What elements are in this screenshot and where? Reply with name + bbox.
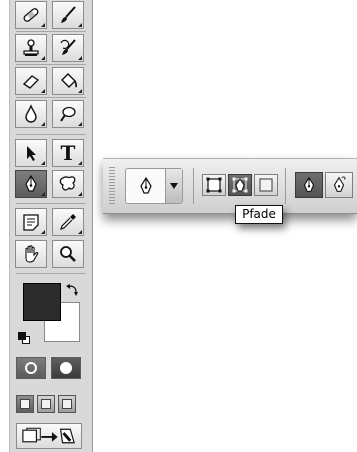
jump-to-imageready-button[interactable] bbox=[16, 423, 82, 449]
history-brush-icon bbox=[60, 39, 76, 55]
circle-icon bbox=[60, 362, 72, 374]
healing-brush-tool-button[interactable] bbox=[15, 1, 47, 29]
full-screen-menu-mode-button[interactable] bbox=[37, 395, 55, 413]
zoom-tool-button[interactable] bbox=[52, 240, 84, 268]
separator bbox=[16, 97, 86, 98]
swap-colors-icon[interactable] bbox=[65, 283, 79, 297]
tool-preset-picker[interactable] bbox=[125, 168, 183, 204]
pen-icon bbox=[140, 176, 152, 194]
freeform-pen-icon bbox=[333, 176, 346, 192]
chevron-down-icon[interactable] bbox=[165, 169, 182, 203]
drop-icon bbox=[25, 104, 37, 123]
eraser-tool-button[interactable] bbox=[15, 67, 47, 95]
standard-mode-button[interactable] bbox=[16, 357, 46, 379]
dodge-icon bbox=[60, 106, 76, 122]
freeform-pen-option-button[interactable] bbox=[325, 172, 353, 198]
dodge-tool-button[interactable] bbox=[52, 100, 84, 128]
separator bbox=[285, 168, 286, 204]
shape-icon bbox=[59, 176, 76, 191]
path-selection-tool-button[interactable] bbox=[15, 139, 47, 167]
fill-pixels-button[interactable] bbox=[254, 174, 278, 196]
paths-icon bbox=[232, 177, 248, 193]
blur-tool-button[interactable] bbox=[15, 100, 47, 128]
pen-tool-option-button[interactable] bbox=[295, 172, 323, 198]
eyedropper-tool-button[interactable] bbox=[52, 208, 84, 236]
bucket-icon bbox=[61, 73, 78, 88]
note-icon bbox=[23, 214, 39, 231]
clone-stamp-tool-button[interactable] bbox=[15, 34, 47, 62]
options-bar bbox=[103, 158, 357, 214]
paint-bucket-tool-button[interactable] bbox=[52, 67, 84, 95]
options-bar-grip[interactable] bbox=[109, 167, 115, 205]
separator bbox=[16, 273, 86, 274]
brush-tool-button[interactable] bbox=[52, 1, 84, 29]
tooltip: Pfade bbox=[235, 205, 283, 224]
type-tool-button[interactable]: T bbox=[52, 139, 84, 167]
full-screen-mode-button[interactable] bbox=[58, 395, 76, 413]
circle-icon bbox=[25, 362, 37, 374]
type-icon: T bbox=[60, 141, 76, 165]
separator bbox=[193, 168, 194, 204]
pen-tool-button[interactable] bbox=[15, 170, 47, 198]
separator bbox=[16, 203, 86, 204]
eyedropper-icon bbox=[60, 214, 76, 230]
jump-to-icon bbox=[22, 427, 75, 444]
hand-icon bbox=[25, 245, 39, 263]
arrow-icon bbox=[27, 146, 36, 161]
separator bbox=[16, 64, 86, 65]
shape-layers-button[interactable] bbox=[202, 174, 226, 196]
eraser-icon bbox=[22, 75, 40, 89]
custom-shape-tool-button[interactable] bbox=[52, 170, 84, 198]
tools-palette: T bbox=[9, 0, 93, 452]
paths-button[interactable] bbox=[228, 174, 252, 196]
fill-pixels-icon bbox=[259, 178, 273, 192]
standard-screen-mode-button[interactable] bbox=[16, 395, 34, 413]
foreground-color-swatch[interactable] bbox=[23, 283, 61, 321]
hand-tool-button[interactable] bbox=[15, 240, 47, 268]
notes-tool-button[interactable] bbox=[15, 208, 47, 236]
default-colors-icon[interactable] bbox=[18, 332, 26, 340]
separator bbox=[16, 31, 86, 32]
quick-mask-mode-button[interactable] bbox=[51, 357, 81, 379]
bandage-icon bbox=[23, 8, 39, 22]
pen-icon bbox=[25, 174, 37, 192]
history-brush-tool-button[interactable] bbox=[52, 34, 84, 62]
separator bbox=[16, 134, 86, 135]
magnifier-icon bbox=[60, 246, 76, 262]
pen-icon bbox=[303, 176, 315, 192]
stamp-icon bbox=[23, 39, 39, 56]
shape-layers-icon bbox=[206, 177, 222, 193]
brush-icon bbox=[61, 6, 76, 23]
